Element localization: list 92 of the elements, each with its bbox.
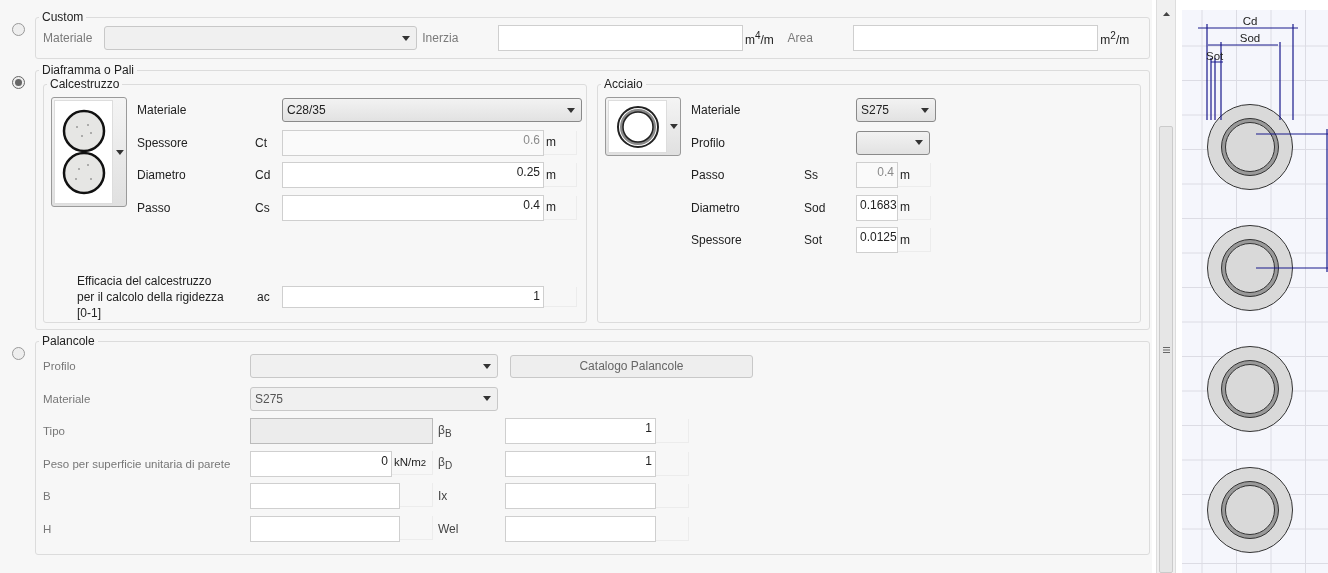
caret-icon	[915, 140, 923, 145]
group-title: Acciaio	[603, 77, 644, 91]
field-label: Diametro	[691, 200, 741, 215]
caret-icon	[670, 124, 678, 129]
unit-box	[656, 484, 689, 508]
caret-icon	[483, 363, 491, 369]
unit-box	[656, 419, 689, 443]
caret-icon	[402, 35, 411, 41]
value-field[interactable]	[250, 515, 400, 542]
field-label: Inerzia	[422, 31, 460, 45]
scrollbar[interactable]	[1156, 0, 1176, 573]
field-label: Diametro	[137, 168, 187, 182]
group-title: Custom	[41, 10, 85, 24]
scroll-up-icon[interactable]	[1162, 12, 1170, 16]
inertia-field[interactable]	[497, 25, 743, 51]
field-label: Materiale	[43, 31, 94, 45]
field-label: β$_{B}$	[437, 422, 453, 440]
field-symbol: Ct	[255, 135, 268, 150]
grip-icon	[1162, 346, 1170, 353]
radio-button[interactable]	[12, 23, 25, 36]
field-symbol: Sot	[804, 233, 823, 247]
value-field[interactable]: 0.0125	[856, 227, 898, 253]
value-field[interactable]	[505, 483, 656, 509]
unit-box	[544, 286, 577, 307]
field-label: Spessore	[137, 135, 189, 150]
field-label: Ix	[437, 489, 449, 503]
field-symbol: Cd	[255, 168, 272, 182]
caret-icon	[483, 396, 491, 401]
ring-icon	[615, 104, 660, 149]
unit-box	[400, 483, 433, 507]
value-field[interactable]: 0.25	[282, 162, 544, 188]
field-label: Area	[787, 31, 814, 45]
value-field[interactable]: 1	[505, 450, 656, 477]
field-label: β$_{D}$	[437, 455, 454, 472]
unit-label: m	[544, 195, 577, 220]
field-label: H	[43, 522, 53, 535]
material-dropdown[interactable]: C28/35	[282, 98, 582, 122]
field-label: Passo	[137, 200, 172, 215]
catalog-button[interactable]: Catalogo Palancole	[510, 354, 753, 378]
material-dropdown[interactable]	[856, 130, 930, 155]
unit-label: m	[544, 130, 577, 155]
field-label: Peso per superficie unitaria di parete	[43, 457, 232, 470]
field-label: Wel	[437, 521, 460, 536]
scrollbar-thumb[interactable]	[1159, 126, 1173, 573]
value-field[interactable]	[250, 483, 400, 509]
field-label: Efficacia del calcestruzzo per il calcolo della rigidezza [0-1]	[77, 272, 225, 321]
dimension-label: Cd	[1242, 15, 1258, 27]
unit-label: m$^{4}$/m	[744, 29, 775, 47]
group-title: Calcestruzzo	[49, 77, 121, 91]
value-field[interactable]: 1	[505, 418, 656, 444]
field-label: Materiale	[43, 392, 92, 405]
unit-label: m	[898, 228, 931, 252]
field-label: Profilo	[43, 360, 77, 372]
field-symbol: Sod	[804, 200, 827, 215]
field-symbol: ac	[257, 289, 271, 304]
material-dropdown[interactable]: S275	[856, 98, 936, 122]
field-label: B	[43, 490, 52, 502]
unit-label: m	[898, 195, 931, 220]
field-label: Passo	[691, 168, 726, 182]
unit-label: m	[544, 163, 577, 187]
material-dropdown[interactable]	[103, 26, 418, 50]
section-type-button[interactable]	[51, 97, 127, 207]
unit-box	[400, 515, 433, 540]
field-symbol: Cs	[255, 200, 271, 215]
dimension-label: Sod	[1239, 32, 1261, 44]
field-label: Materiale	[137, 103, 188, 117]
value-field[interactable]: 0.4	[282, 194, 544, 221]
profile-dropdown[interactable]	[250, 354, 498, 378]
group-title: Diaframma o Pali	[41, 63, 136, 77]
caret-icon	[116, 149, 124, 155]
value-field[interactable]: 0.1683	[856, 194, 898, 221]
radio-button[interactable]	[12, 76, 25, 89]
field-label: Profilo	[691, 135, 726, 150]
section-type-button[interactable]	[605, 97, 681, 156]
value-field[interactable]: 0	[250, 450, 392, 477]
unit-label: m	[898, 163, 931, 187]
value-field[interactable]: 1	[282, 285, 544, 308]
material-dropdown[interactable]: S275	[250, 386, 498, 411]
field-label: Tipo	[43, 425, 66, 437]
caret-icon	[567, 107, 575, 113]
area-field[interactable]	[853, 25, 1099, 51]
radio-button[interactable]	[12, 347, 25, 360]
value-field[interactable]	[505, 515, 656, 542]
field-symbol: Ss	[804, 168, 819, 182]
group-title: Palancole	[41, 334, 96, 348]
two-circles-icon	[60, 109, 107, 195]
unit-box	[656, 451, 689, 476]
unit-label: m$^{2}$/m	[1100, 29, 1131, 47]
unit-box	[656, 516, 689, 541]
field-label: Spessore	[691, 233, 743, 247]
caret-icon	[921, 107, 929, 113]
field-label: Materiale	[691, 103, 742, 117]
